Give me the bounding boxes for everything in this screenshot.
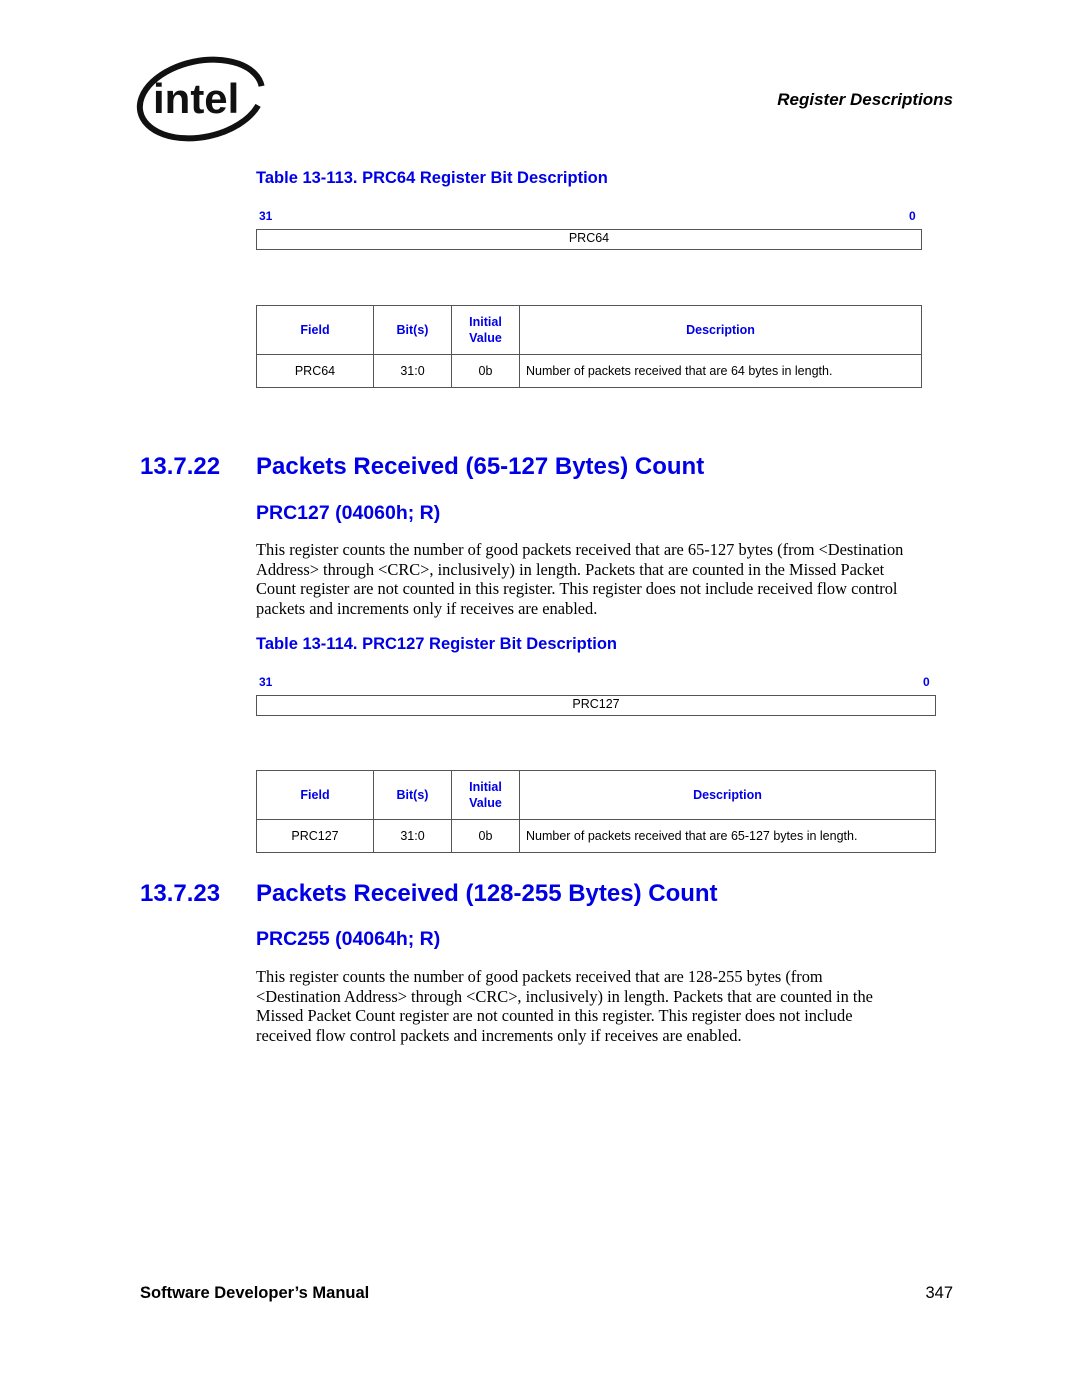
header-field: Field: [256, 770, 374, 820]
table-113-title: Table 13-113. PRC64 Register Bit Descrip…: [256, 169, 608, 187]
paragraph-line: This register counts the number of good …: [256, 540, 904, 559]
running-head: Register Descriptions: [777, 90, 953, 109]
section-22-number: 13.7.22: [140, 453, 221, 480]
cell-field: PRC127: [256, 819, 374, 853]
paragraph-line: Count register are not counted in this r…: [256, 579, 898, 599]
section-23-title: Packets Received (128-255 Bytes) Count: [256, 880, 718, 907]
section-22-paragraph: This register counts the number of good …: [256, 540, 956, 618]
footer-page-number: 347: [925, 1284, 953, 1302]
section-23-number: 13.7.23: [140, 880, 221, 907]
cell-bits: 31:0: [373, 819, 452, 853]
table-114-field-table: Field Bit(s) Initial Value Description PR…: [256, 770, 936, 853]
cell-field: PRC64: [256, 354, 374, 388]
paragraph-line: received flow control packets and increm…: [256, 1025, 742, 1045]
table-113-register-box: PRC64: [256, 229, 922, 250]
cell-initial: 0b: [451, 354, 520, 388]
table-header-row: Field Bit(s) Initial Value Description: [256, 305, 922, 355]
cell-bits: 31:0: [373, 354, 452, 388]
register-label: PRC64: [568, 231, 610, 245]
cell-description: Number of packets received that are 65-1…: [519, 819, 936, 853]
paragraph-line: This register counts the number of good …: [256, 967, 823, 986]
table-114-bit-high: 31: [259, 675, 273, 689]
paragraph-line: Address> through <CRC>, inclusively) in …: [256, 559, 885, 579]
table-header-row: Field Bit(s) Initial Value Description: [256, 770, 936, 820]
table-114-register-box: PRC127: [256, 695, 936, 716]
table-113-bit-high: 31: [259, 209, 273, 223]
table-row: PRC127 31:0 0b Number of packets receive…: [256, 819, 936, 853]
header-bits: Bit(s): [373, 770, 452, 820]
intel-logo: intel: [135, 55, 267, 143]
header-initial-value: Initial Value: [451, 305, 520, 355]
header-initial-value: Initial Value: [451, 770, 520, 820]
header-description: Description: [519, 770, 936, 820]
table-114-title: Table 13-114. PRC127 Register Bit Descri…: [256, 635, 617, 653]
intel-logo-icon: intel: [136, 56, 266, 142]
section-22-register: PRC127 (04060h; R): [256, 502, 441, 524]
paragraph-line: packets and increments only if receives …: [256, 598, 598, 618]
paragraph-line: <Destination Address> through <CRC>, inc…: [256, 986, 873, 1006]
section-22-title: Packets Received (65-127 Bytes) Count: [256, 453, 705, 480]
header-description: Description: [519, 305, 922, 355]
footer-manual-title: Software Developer’s Manual: [140, 1284, 370, 1302]
header-field: Field: [256, 305, 374, 355]
table-114-bit-low: 0: [923, 675, 930, 689]
register-label: PRC127: [572, 697, 620, 711]
table-113-bit-low: 0: [909, 209, 916, 223]
section-23-register: PRC255 (04064h; R): [256, 928, 441, 950]
header-bits: Bit(s): [373, 305, 452, 355]
section-23-paragraph: This register counts the number of good …: [256, 967, 956, 1045]
table-row: PRC64 31:0 0b Number of packets received…: [256, 354, 922, 388]
logo-text: intel: [153, 75, 239, 122]
cell-description: Number of packets received that are 64 b…: [519, 354, 922, 388]
table-113-field-table: Field Bit(s) Initial Value Description PR…: [256, 305, 922, 388]
cell-initial: 0b: [451, 819, 520, 853]
paragraph-line: Missed Packet Count register are not cou…: [256, 1006, 853, 1026]
